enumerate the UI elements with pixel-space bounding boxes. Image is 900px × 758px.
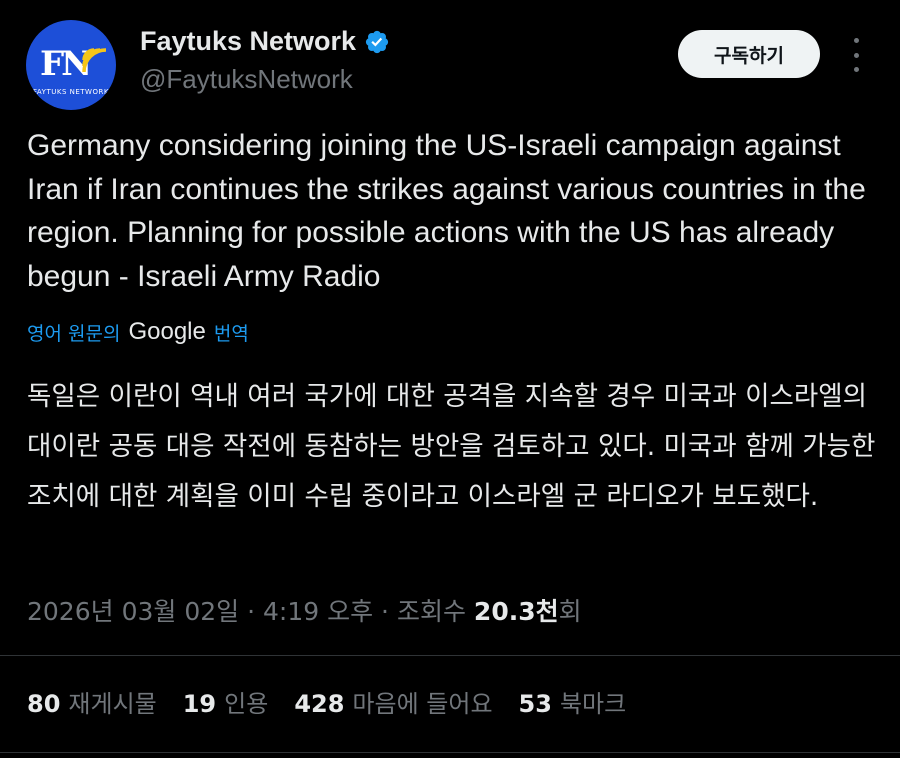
tweet-text-translated: 독일은 이란이 역내 여러 국가에 대한 공격을 지속할 경우 미국과 이스라엘… <box>27 381 876 512</box>
more-dot <box>853 38 859 43</box>
tweet-time[interactable]: 4:19 오후 <box>263 597 373 626</box>
google-logo: Google <box>128 318 206 345</box>
more-options-icon[interactable] <box>848 38 864 72</box>
avatar[interactable]: FN FAYTUKS NETWORK <box>26 20 116 110</box>
tweet-text-original: Germany considering joining the US-Israe… <box>27 129 866 293</box>
avatar-logo-subtext: FAYTUKS NETWORK <box>33 88 109 96</box>
quotes-count[interactable]: 19 <box>183 690 216 718</box>
translation-prefix[interactable]: 영어 원문의 <box>27 319 120 346</box>
reposts-count[interactable]: 80 <box>27 690 60 718</box>
views-suffix: 회 <box>558 597 582 626</box>
views-label: 조회수 <box>396 597 466 626</box>
views-count: 20.3천 <box>473 597 559 626</box>
meta-separator: · <box>247 597 256 626</box>
meta-separator: · <box>381 597 389 626</box>
reposts-label[interactable]: 재게시물 <box>68 684 156 719</box>
broadcast-icon <box>82 48 107 73</box>
subscribe-button[interactable]: 구독하기 <box>678 30 820 78</box>
likes-label[interactable]: 마음에 들어요 <box>352 684 492 719</box>
divider <box>0 752 900 753</box>
more-dot <box>853 67 859 72</box>
likes-count[interactable]: 428 <box>294 690 344 718</box>
bookmarks-count[interactable]: 53 <box>519 690 552 718</box>
engagement-stats: 80 재게시물 19 인용 428 마음에 들어요 53 북마크 <box>27 684 652 719</box>
tweet-meta: 2026년 03월 02일 · 4:19 오후 · 조회수 20.3천회 <box>27 592 582 628</box>
more-dot <box>853 52 859 58</box>
divider <box>0 655 900 656</box>
tweet-date[interactable]: 2026년 03월 02일 <box>27 597 239 626</box>
author-name[interactable]: Faytuks Network <box>140 26 356 57</box>
author-name-row: Faytuks Network <box>140 26 390 57</box>
quotes-label[interactable]: 인용 <box>224 684 268 719</box>
author-handle[interactable]: @FaytuksNetwork <box>140 64 353 95</box>
bookmarks-label[interactable]: 북마크 <box>560 684 626 719</box>
verified-badge-icon <box>365 30 389 53</box>
translation-attribution[interactable]: 영어 원문의 Google 번역 <box>27 318 249 346</box>
translation-suffix[interactable]: 번역 <box>214 319 249 346</box>
